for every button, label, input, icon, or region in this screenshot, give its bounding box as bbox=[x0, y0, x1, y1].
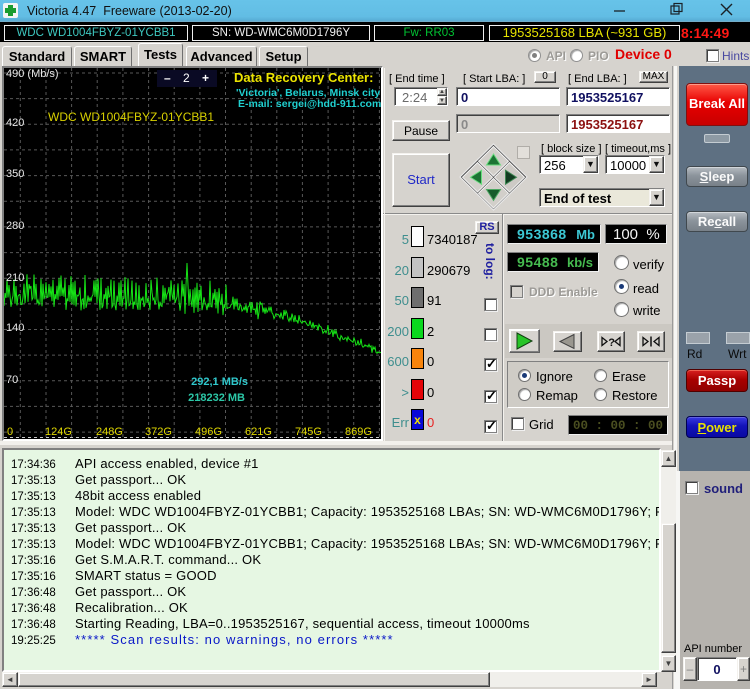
svg-text:?: ? bbox=[608, 337, 615, 349]
